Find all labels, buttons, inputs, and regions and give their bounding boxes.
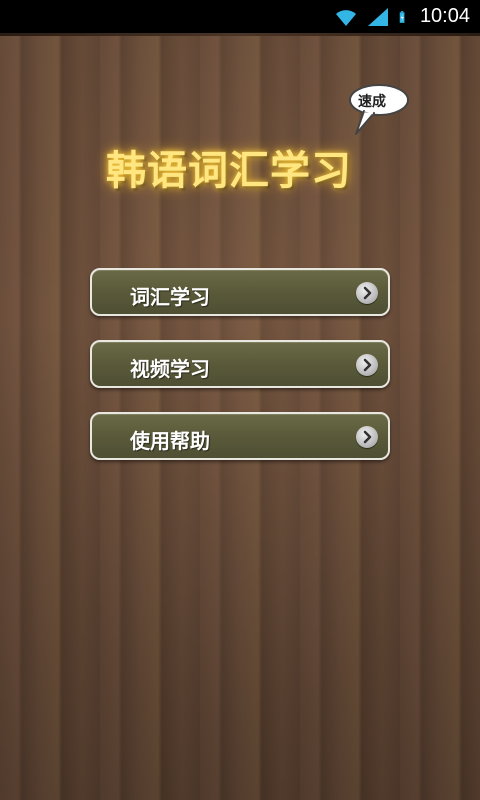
- top-divider: [0, 33, 480, 36]
- chevron-right-icon: [356, 282, 378, 304]
- vocabulary-study-button[interactable]: 词汇学习: [90, 268, 390, 316]
- chevron-right-icon: [356, 354, 378, 376]
- menu-item-label: 视频学习: [130, 357, 210, 381]
- video-study-button[interactable]: 视频学习: [90, 340, 390, 388]
- speed-badge: 速成: [346, 82, 412, 138]
- status-bar: 10:04: [0, 0, 480, 33]
- page-title: 韩语词汇学习: [106, 147, 352, 194]
- signal-icon: [367, 7, 388, 26]
- menu-item-label: 词汇学习: [130, 285, 210, 309]
- status-time: 10:04: [419, 5, 470, 27]
- menu-item-label: 使用帮助: [130, 429, 210, 453]
- help-button[interactable]: 使用帮助: [90, 412, 390, 460]
- app-header: 速成 韩语词汇学习: [100, 82, 420, 194]
- main-menu: 词汇学习 视频学习 使用帮助: [90, 268, 390, 484]
- chevron-right-icon: [356, 426, 378, 448]
- badge-text: 速成: [358, 94, 386, 110]
- battery-icon: [399, 10, 405, 23]
- wifi-icon: [335, 9, 356, 26]
